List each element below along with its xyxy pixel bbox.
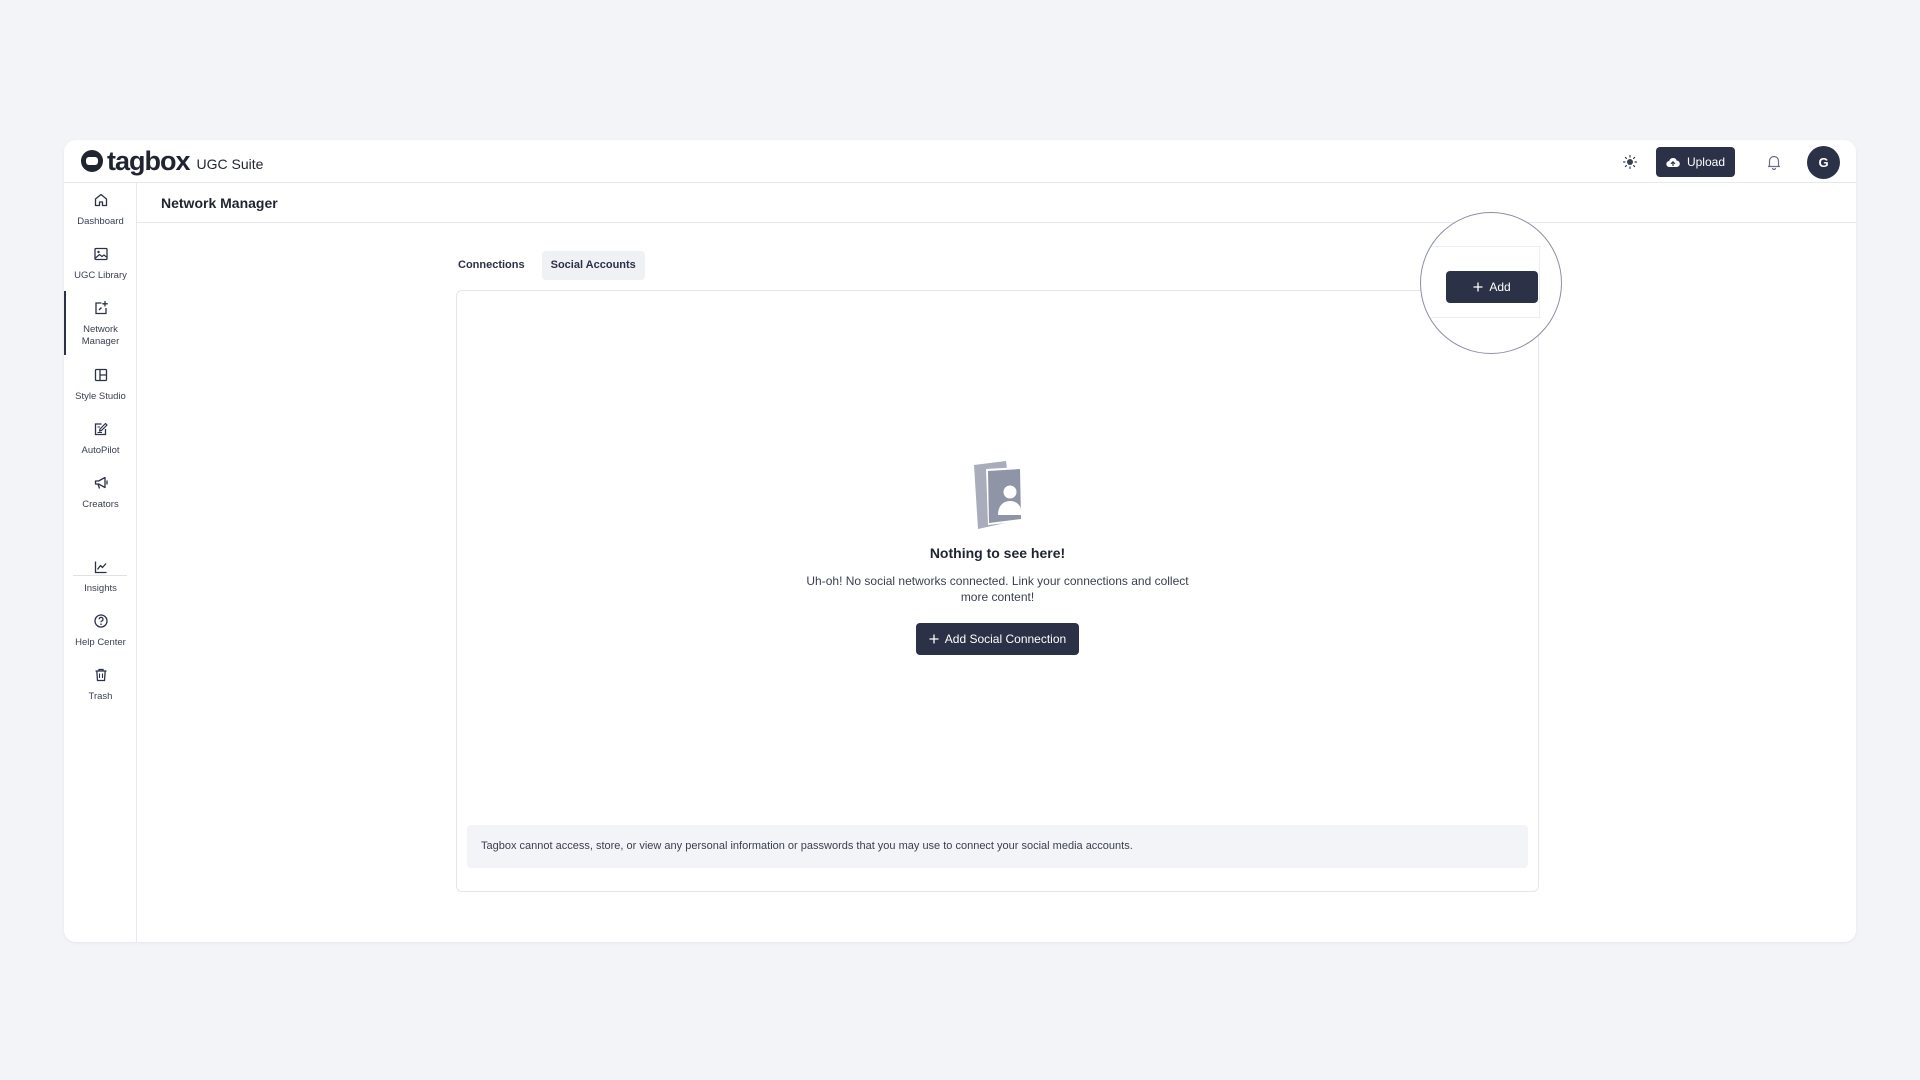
social-accounts-panel: Nothing to see here! Uh-oh! No social ne…: [456, 290, 1539, 892]
sidebar-item-label: Style Studio: [75, 391, 126, 402]
sidebar-item-style-studio[interactable]: Style Studio: [64, 366, 137, 403]
add-button-label: Add: [1489, 280, 1511, 294]
privacy-disclaimer: Tagbox cannot access, store, or view any…: [467, 825, 1528, 868]
brand-name: tagbox: [107, 146, 191, 176]
add-social-connection-button[interactable]: Add Social Connection: [915, 623, 1080, 655]
sidebar-item-label: AutoPilot: [81, 445, 120, 456]
brand-suite: UGC Suite: [196, 156, 264, 172]
sun-icon[interactable]: [1622, 154, 1638, 170]
empty-profile-illustration-icon: [966, 459, 1030, 531]
edit-icon: [92, 420, 110, 438]
top-bar: tagbox UGC Suite Upload G: [64, 140, 1856, 183]
add-button-spotlight: Add: [1420, 212, 1562, 354]
brand-logo[interactable]: tagbox UGC Suite: [81, 146, 263, 176]
sidebar-item-label: Dashboard: [77, 216, 124, 227]
top-right-actions: Upload G: [1622, 145, 1840, 179]
megaphone-icon: [92, 474, 110, 492]
plus-icon: [929, 634, 939, 644]
chart-icon: [92, 558, 110, 576]
page-header: Network Manager: [137, 183, 1856, 223]
sidebar-item-ugc-library[interactable]: UGC Library: [64, 245, 137, 282]
empty-state-title: Nothing to see here!: [929, 545, 1066, 561]
upload-button[interactable]: Upload: [1655, 147, 1735, 177]
sidebar-item-label: Creators: [82, 499, 119, 510]
sidebar-item-insights[interactable]: Insights: [64, 558, 137, 595]
bell-icon[interactable]: [1765, 153, 1783, 171]
empty-state: Nothing to see here! Uh-oh! No social ne…: [457, 459, 1538, 655]
page-title: Network Manager: [161, 195, 278, 211]
cloud-upload-icon: [1666, 157, 1680, 168]
spotlight-divider: [1431, 317, 1541, 318]
sidebar-item-network-manager[interactable]: Network Manager: [64, 291, 137, 355]
add-social-connection-label: Add Social Connection: [944, 632, 1067, 646]
plus-icon: [1473, 282, 1483, 292]
home-icon: [92, 191, 110, 209]
sidebar-item-label: UGC Library: [74, 270, 127, 281]
sidebar-item-label: Help Center: [75, 637, 126, 648]
spotlight-divider: [1431, 246, 1541, 247]
trash-icon: [92, 666, 110, 684]
sidebar-item-trash[interactable]: Trash: [64, 666, 137, 703]
tab-social-accounts[interactable]: Social Accounts: [541, 251, 645, 280]
user-avatar[interactable]: G: [1807, 145, 1840, 179]
network-add-icon: [92, 299, 110, 317]
sidebar-item-label: Network Manager: [81, 324, 120, 347]
tab-bar: Connections Social Accounts: [449, 251, 645, 280]
add-button[interactable]: Add: [1446, 271, 1538, 303]
tagbox-logo-icon: [81, 150, 103, 172]
sidebar: Dashboard UGC Library Network Manager St…: [64, 183, 137, 942]
sidebar-item-label: Insights: [84, 583, 117, 594]
empty-state-description: Uh-oh! No social networks connected. Lin…: [806, 574, 1189, 604]
sidebar-item-label: Trash: [88, 691, 113, 702]
image-icon: [92, 245, 110, 263]
upload-label: Upload: [1686, 155, 1725, 169]
sidebar-item-creators[interactable]: Creators: [64, 474, 137, 511]
spotlight-divider: [1539, 246, 1540, 317]
help-icon: [92, 612, 110, 630]
sidebar-item-help-center[interactable]: Help Center: [64, 612, 137, 649]
layout-icon: [92, 366, 110, 384]
app-window: tagbox UGC Suite Upload G Dashboard UGC …: [64, 140, 1856, 942]
sidebar-item-autopilot[interactable]: AutoPilot: [64, 420, 137, 457]
tab-connections[interactable]: Connections: [449, 251, 534, 280]
sidebar-item-dashboard[interactable]: Dashboard: [64, 191, 137, 228]
